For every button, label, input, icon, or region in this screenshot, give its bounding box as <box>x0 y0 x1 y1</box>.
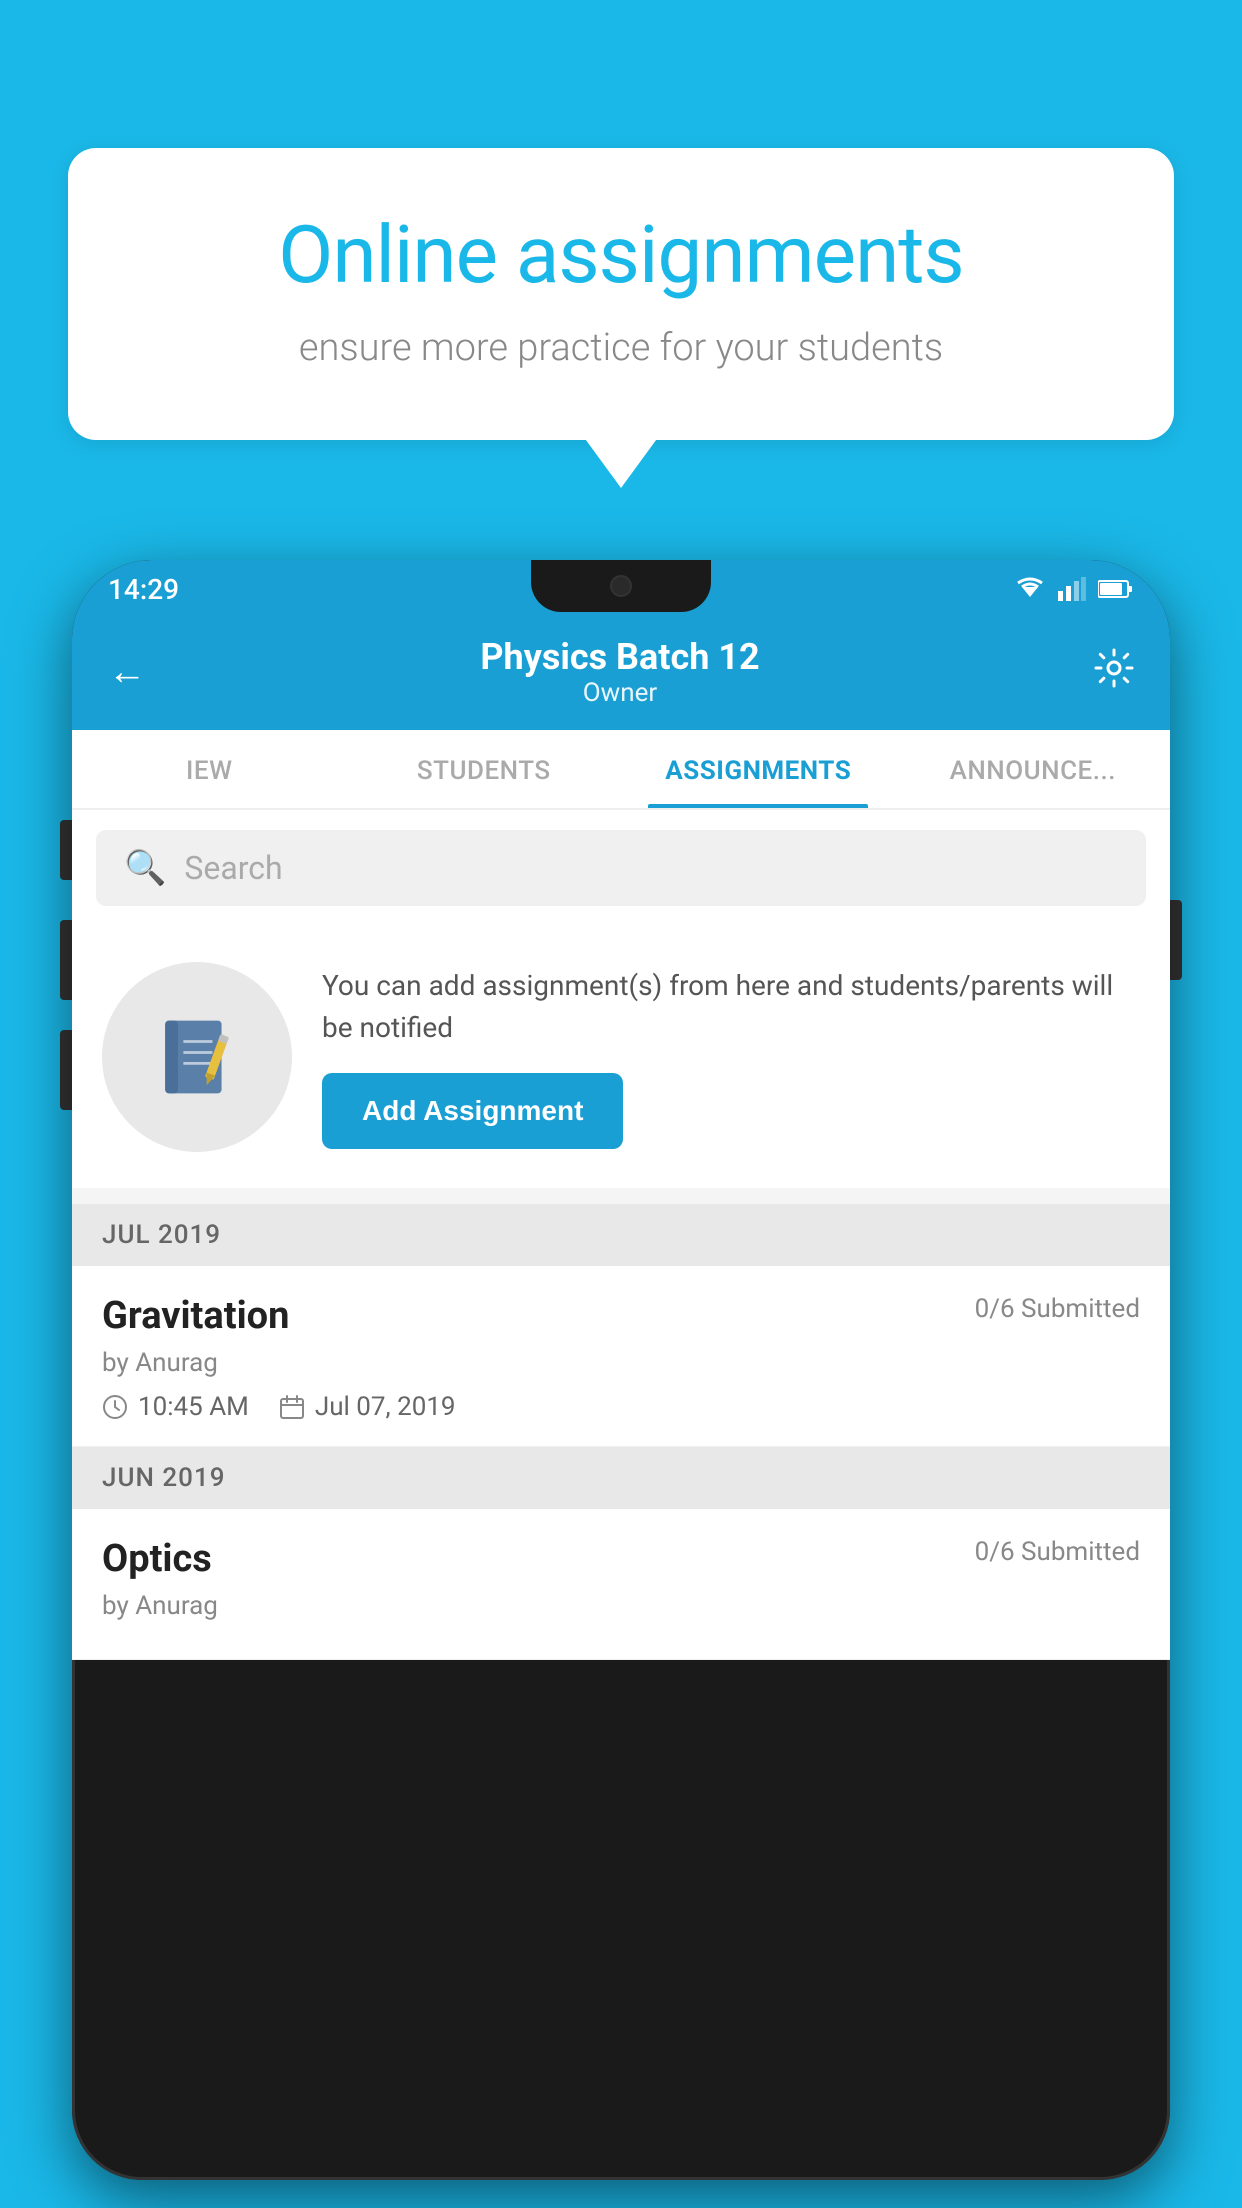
phone-frame: 14:29 <box>72 560 1170 2180</box>
calendar-icon <box>279 1394 305 1420</box>
speech-bubble-subtitle: ensure more practice for your students <box>138 326 1104 370</box>
tab-announcements[interactable]: ANNOUNCE... <box>896 730 1171 808</box>
search-bar-container: 🔍 Search <box>72 810 1170 926</box>
promo-text-section: You can add assignment(s) from here and … <box>322 965 1140 1149</box>
assignment-top-row-optics: Optics 0/6 Submitted <box>102 1537 1140 1581</box>
status-time: 14:29 <box>108 573 179 606</box>
power-button <box>1170 900 1182 980</box>
optics-author: by Anurag <box>102 1591 1140 1621</box>
assignment-time: 10:45 AM <box>102 1392 249 1422</box>
speech-bubble-title: Online assignments <box>138 208 1104 302</box>
assignment-title: Gravitation <box>102 1294 289 1338</box>
date-value: Jul 07, 2019 <box>315 1392 456 1422</box>
assignment-item-optics[interactable]: Optics 0/6 Submitted by Anurag <box>72 1509 1170 1660</box>
volume-up-button <box>60 820 72 880</box>
optics-title: Optics <box>102 1537 212 1581</box>
wifi-icon <box>1014 577 1046 601</box>
app-header: ← Physics Batch 12 Owner <box>72 618 1170 730</box>
search-icon: 🔍 <box>124 848 166 888</box>
promo-icon-circle <box>102 962 292 1152</box>
volume-down-button <box>60 920 72 1000</box>
header-title: Physics Batch 12 <box>480 636 759 678</box>
time-value: 10:45 AM <box>138 1392 249 1422</box>
assignment-date: Jul 07, 2019 <box>279 1392 456 1422</box>
front-camera <box>610 575 632 597</box>
phone-notch <box>531 560 711 612</box>
search-bar[interactable]: 🔍 Search <box>96 830 1146 906</box>
tab-iew[interactable]: IEW <box>72 730 347 808</box>
tab-students[interactable]: STUDENTS <box>347 730 622 808</box>
assignment-author: by Anurag <box>102 1348 1140 1378</box>
search-input[interactable]: Search <box>184 849 282 887</box>
signal-icon <box>1058 577 1086 601</box>
phone: 14:29 <box>72 560 1170 2208</box>
header-subtitle: Owner <box>480 678 759 708</box>
tab-assignments[interactable]: ASSIGNMENTS <box>621 730 896 808</box>
month-header-jun: JUN 2019 <box>72 1447 1170 1509</box>
battery-icon <box>1098 578 1134 600</box>
notebook-icon <box>147 1007 247 1107</box>
assignment-item-gravitation[interactable]: Gravitation 0/6 Submitted by Anurag 10:4… <box>72 1266 1170 1447</box>
assignment-submitted: 0/6 Submitted <box>975 1294 1140 1324</box>
promo-section: You can add assignment(s) from here and … <box>72 926 1170 1188</box>
back-button[interactable]: ← <box>108 650 146 694</box>
speech-bubble: Online assignments ensure more practice … <box>68 148 1174 440</box>
clock-icon <box>102 1394 128 1420</box>
header-center: Physics Batch 12 Owner <box>480 636 759 708</box>
settings-icon[interactable] <box>1094 648 1134 697</box>
silent-button <box>60 1030 72 1110</box>
speech-bubble-container: Online assignments ensure more practice … <box>68 148 1174 440</box>
add-assignment-button[interactable]: Add Assignment <box>322 1073 623 1149</box>
month-header-jul: JUL 2019 <box>72 1204 1170 1266</box>
tabs-bar: IEW STUDENTS ASSIGNMENTS ANNOUNCE... <box>72 730 1170 810</box>
status-icons <box>1014 577 1134 601</box>
optics-submitted: 0/6 Submitted <box>975 1537 1140 1567</box>
promo-description: You can add assignment(s) from here and … <box>322 965 1140 1049</box>
assignment-meta: 10:45 AM Jul 07, 2019 <box>102 1392 1140 1422</box>
assignment-top-row: Gravitation 0/6 Submitted <box>102 1294 1140 1338</box>
app-content: 🔍 Search <box>72 810 1170 1660</box>
